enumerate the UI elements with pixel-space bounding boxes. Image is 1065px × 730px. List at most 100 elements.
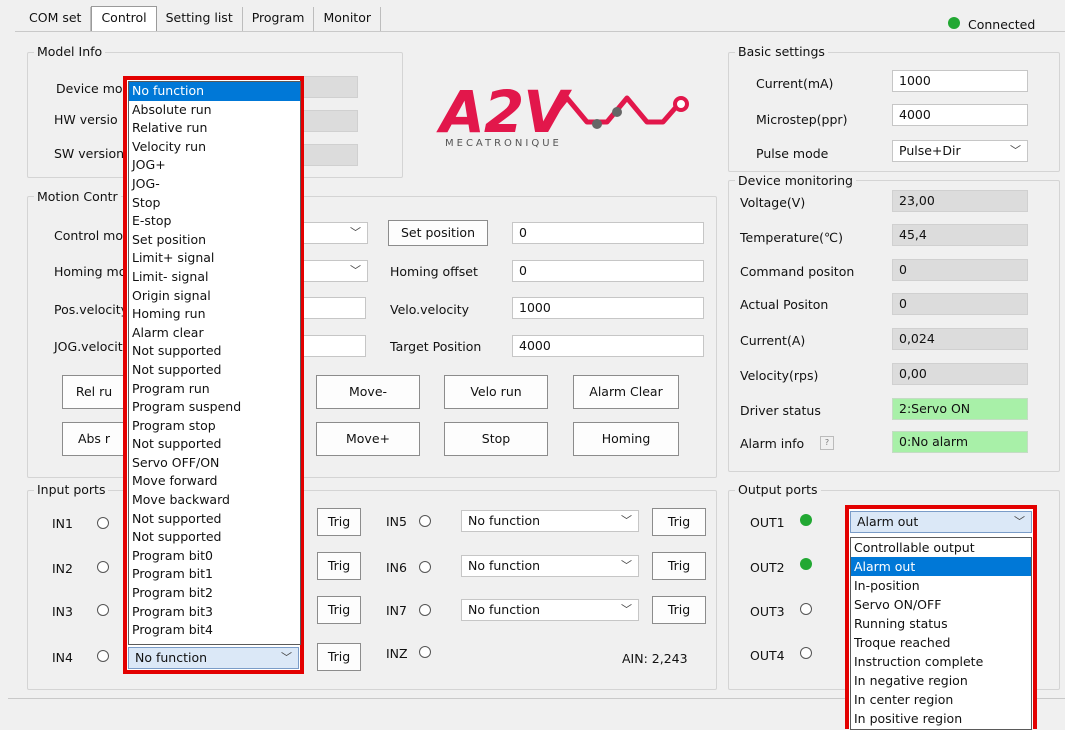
dropdown-option[interactable]: Troque reached bbox=[851, 633, 1031, 652]
dropdown-option[interactable]: JOG- bbox=[129, 175, 300, 194]
dropdown-option[interactable]: Origin signal bbox=[129, 287, 300, 306]
out4-radio[interactable] bbox=[800, 647, 812, 659]
dropdown-option[interactable]: Limit+ signal bbox=[129, 249, 300, 268]
dropdown-option[interactable]: E-stop bbox=[129, 212, 300, 231]
in6-radio[interactable] bbox=[419, 561, 431, 573]
microstep-field[interactable]: 4000 bbox=[892, 104, 1028, 126]
velo-velocity-label: Velo.velocity bbox=[390, 302, 469, 317]
help-icon[interactable]: ? bbox=[820, 436, 834, 450]
out2-label: OUT2 bbox=[750, 560, 785, 575]
tab-bar: COM set Control Setting list Program Mon… bbox=[20, 6, 381, 32]
in7-radio[interactable] bbox=[419, 604, 431, 616]
output-function-list[interactable]: Controllable output Alarm out In-position S… bbox=[850, 537, 1032, 730]
in1-radio[interactable] bbox=[97, 517, 109, 529]
dropdown-option[interactable]: Not supported bbox=[129, 435, 300, 454]
dropdown-option[interactable]: Not supported bbox=[129, 510, 300, 529]
in4-label: IN4 bbox=[52, 650, 73, 665]
dropdown-option[interactable]: Alarm clear bbox=[129, 324, 300, 343]
set-position-field[interactable]: 0 bbox=[512, 222, 704, 244]
tab-com-set[interactable]: COM set bbox=[20, 7, 92, 31]
velo-velocity-field[interactable]: 1000 bbox=[512, 297, 704, 319]
dropdown-option[interactable]: In positive region bbox=[851, 709, 1031, 728]
dropdown-option[interactable]: Program bit0 bbox=[129, 547, 300, 566]
dropdown-option[interactable]: Servo ON/OFF bbox=[851, 595, 1031, 614]
in4-trig-button[interactable]: Trig bbox=[317, 643, 361, 671]
current-ma-field[interactable]: 1000 bbox=[892, 70, 1028, 92]
homing-mode-select[interactable]: ﹀ bbox=[300, 260, 368, 282]
in5-function-select[interactable]: No function ﹀ bbox=[461, 510, 639, 532]
in5-radio[interactable] bbox=[419, 515, 431, 527]
in5-trig-button[interactable]: Trig bbox=[652, 508, 706, 536]
in7-function-select[interactable]: No function ﹀ bbox=[461, 599, 639, 621]
dropdown-option[interactable]: Running status bbox=[851, 614, 1031, 633]
in7-trig-button[interactable]: Trig bbox=[652, 596, 706, 624]
abs-run-button[interactable]: Abs r bbox=[62, 422, 126, 456]
alarm-info-value: 0:No alarm bbox=[892, 431, 1028, 453]
set-position-button[interactable]: Set position bbox=[388, 220, 488, 246]
dropdown-option[interactable]: In center region bbox=[851, 690, 1031, 709]
dropdown-option[interactable]: No function bbox=[129, 82, 300, 101]
dropdown-option[interactable]: Velocity run bbox=[129, 138, 300, 157]
dropdown-option[interactable]: Not supported bbox=[129, 361, 300, 380]
dropdown-option[interactable]: Move backward bbox=[129, 491, 300, 510]
dropdown-option[interactable]: Stop bbox=[129, 194, 300, 213]
dropdown-option[interactable]: Set position bbox=[129, 231, 300, 250]
control-mode-label: Control mo bbox=[54, 228, 123, 243]
dropdown-option[interactable]: Move forward bbox=[129, 472, 300, 491]
jog-velocity-field[interactable] bbox=[300, 335, 366, 357]
dropdown-option[interactable]: Controllable output bbox=[851, 538, 1031, 557]
logo-subtitle: MECATRONIQUE bbox=[445, 138, 562, 149]
dropdown-option[interactable]: Instruction complete bbox=[851, 652, 1031, 671]
current-a-label: Current(A) bbox=[740, 333, 806, 348]
in1-trig-button[interactable]: Trig bbox=[317, 508, 361, 536]
out1-function-select[interactable]: Alarm out ﹀ bbox=[850, 511, 1032, 533]
in3-radio[interactable] bbox=[97, 604, 109, 616]
dropdown-option[interactable]: Homing run bbox=[129, 305, 300, 324]
in4-radio[interactable] bbox=[97, 650, 109, 662]
dropdown-option[interactable]: JOG+ bbox=[129, 156, 300, 175]
dropdown-option[interactable]: Alarm out bbox=[851, 557, 1031, 576]
dropdown-option[interactable]: Not supported bbox=[129, 528, 300, 547]
homing-button[interactable]: Homing bbox=[573, 422, 679, 456]
dropdown-option[interactable]: Servo OFF/ON bbox=[129, 454, 300, 473]
in3-trig-button[interactable]: Trig bbox=[317, 596, 361, 624]
target-position-field[interactable]: 4000 bbox=[512, 335, 704, 357]
dropdown-option[interactable]: Relative run bbox=[129, 119, 300, 138]
pulse-mode-select[interactable]: Pulse+Dir ﹀ bbox=[892, 140, 1028, 162]
out3-radio[interactable] bbox=[800, 603, 812, 615]
in4-function-select[interactable]: No function ﹀ bbox=[128, 647, 299, 669]
dropdown-option[interactable]: In-position bbox=[851, 576, 1031, 595]
dropdown-option[interactable]: Program bit2 bbox=[129, 584, 300, 603]
control-mode-select[interactable]: ﹀ bbox=[300, 222, 368, 244]
homing-offset-field[interactable]: 0 bbox=[512, 260, 704, 282]
dropdown-option[interactable]: Program bit1 bbox=[129, 565, 300, 584]
stop-button[interactable]: Stop bbox=[444, 422, 548, 456]
dropdown-option[interactable]: Program bit4 bbox=[129, 621, 300, 640]
in2-trig-button[interactable]: Trig bbox=[317, 552, 361, 580]
tab-monitor[interactable]: Monitor bbox=[314, 7, 381, 31]
dropdown-option[interactable]: Program stop bbox=[129, 417, 300, 436]
move-minus-button[interactable]: Move- bbox=[316, 375, 420, 409]
alarm-clear-button[interactable]: Alarm Clear bbox=[573, 375, 679, 409]
dropdown-option[interactable]: In negative region bbox=[851, 671, 1031, 690]
dropdown-option[interactable]: Program bit3 bbox=[129, 603, 300, 622]
tab-setting-list[interactable]: Setting list bbox=[157, 7, 243, 31]
dropdown-option[interactable]: Program suspend bbox=[129, 398, 300, 417]
input-function-list[interactable]: No function Absolute run Relative run Veloc… bbox=[128, 81, 301, 645]
move-plus-button[interactable]: Move+ bbox=[316, 422, 420, 456]
tab-program[interactable]: Program bbox=[243, 7, 315, 31]
in6-trig-button[interactable]: Trig bbox=[652, 552, 706, 580]
in1-label: IN1 bbox=[52, 516, 73, 531]
inz-radio[interactable] bbox=[419, 646, 431, 658]
dropdown-option[interactable]: Not supported bbox=[129, 342, 300, 361]
rel-run-button[interactable]: Rel ru bbox=[62, 375, 126, 409]
dropdown-option[interactable]: Limit- signal bbox=[129, 268, 300, 287]
dropdown-option[interactable]: Absolute run bbox=[129, 101, 300, 120]
in6-function-select[interactable]: No function ﹀ bbox=[461, 555, 639, 577]
tab-control[interactable]: Control bbox=[91, 6, 157, 32]
velo-run-button[interactable]: Velo run bbox=[444, 375, 548, 409]
pos-velocity-field[interactable] bbox=[300, 297, 366, 319]
in2-radio[interactable] bbox=[97, 561, 109, 573]
dropdown-option[interactable]: Program run bbox=[129, 380, 300, 399]
in4-function-value: No function bbox=[135, 650, 208, 665]
